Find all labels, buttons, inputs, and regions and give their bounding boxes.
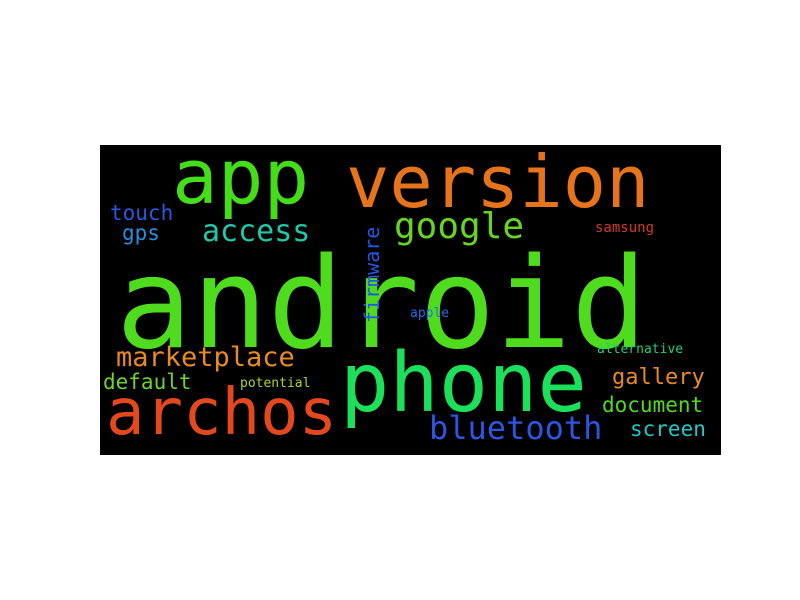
word-samsung: samsung xyxy=(595,220,655,236)
word-potential: potential xyxy=(240,376,311,391)
word-apple: apple xyxy=(410,306,450,321)
word-marketplace: marketplace xyxy=(116,342,295,373)
word-document: document xyxy=(602,393,704,417)
word-google: google xyxy=(394,206,525,247)
word-app: app xyxy=(172,145,310,221)
word-default: default xyxy=(103,370,192,394)
word-gps: gps xyxy=(122,221,160,245)
word-bluetooth: bluetooth xyxy=(429,409,603,447)
word-firmware: firmware xyxy=(360,226,384,323)
word-screen: screen xyxy=(630,417,706,441)
word-cloud: android app version phone archos google … xyxy=(100,145,721,455)
word-gallery: gallery xyxy=(612,365,705,390)
word-alternative: alternative xyxy=(597,342,684,357)
word-access: access xyxy=(202,214,311,249)
